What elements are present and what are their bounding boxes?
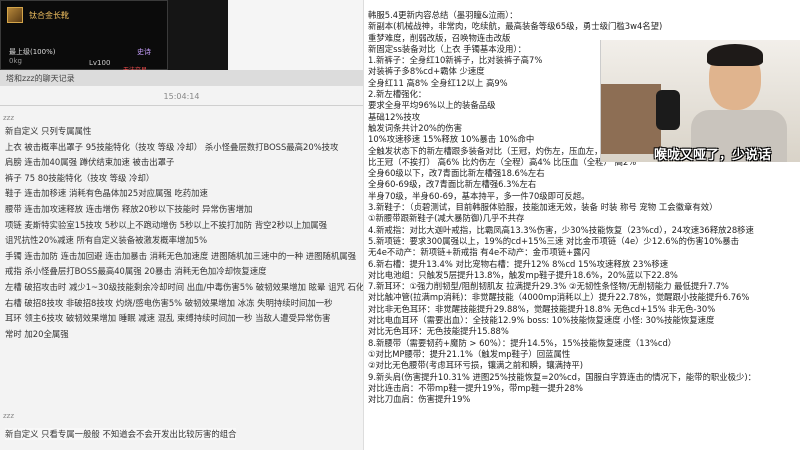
notes-line: 对比触冲管(拉满mp消耗)：非觉醒技能（4000mp消耗以上）提升22.78%，… <box>368 292 750 303</box>
chat-history-panel[interactable]: 塔和zzz的聊天记录 15:04:14 zzz 新自定义 只列专属属性 上衣 被… <box>0 70 363 450</box>
notes-line: 对比无色耳环：无色技能提升15.88% <box>368 326 509 337</box>
item-name: 钛合金长靴 <box>29 11 69 20</box>
notes-line: 对比连击肩：不带mp鞋一提升19%，带mp鞋一提升28% <box>368 382 583 393</box>
item-tooltip: 钛合金长靴 最上级(100%) 0kg Lv100 史诗 无法交易 <box>0 0 168 74</box>
notes-line: 6.新右槽：提升13.4% 对比宠物右槽：提升12% 8%cd 15%攻速释放 … <box>368 258 669 269</box>
item-level-req: Lv100 <box>89 59 111 67</box>
chat-line: 鞋子 连击加移速 消耗有色晶体加25对应属强 吃药加速 <box>5 188 208 199</box>
chat-line: 耳环 领主6技攻 破韧效果增加 睡眠 减速 混乱 束缚持续时间加一秒 当敌人遭受… <box>5 313 331 324</box>
notes-line: 无4e不动产：新项链+新戒指 有4e不动产：金币项链+露闪 <box>368 247 590 258</box>
chat-line: 常时 加20全属强 <box>5 328 69 339</box>
screen: 钛合金长靴 最上级(100%) 0kg Lv100 史诗 无法交易 塔和zzz的… <box>0 0 800 450</box>
divider <box>0 105 363 106</box>
item-grade: 最上级(100%) <box>9 48 56 56</box>
notes-line: 5.新项链：要求300属强以上，19%的cd+15%三速 对比金币项链（4e）少… <box>368 235 740 246</box>
notes-line: 7.新耳环：①强力削韧型/阻削韧肌友 拉满提升29.3% ②无韧性条怪物/无削韧… <box>368 281 729 292</box>
chat-line: 左槽 破招攻击时 减少1~30级技能剩余冷却时间 出血/中毒伤害5% 破韧效果增… <box>5 281 363 292</box>
notes-line: ②对比无色腰带(考虑耳环亏损，镶满之前和瞬，镶满持平) <box>368 360 584 371</box>
notes-line: 对比刀血肩：伤害提升19% <box>368 394 471 405</box>
game-window-fragment <box>168 0 363 70</box>
chat-line: 肩膀 连击加40属强 蹲伏结束加速 被击出罩子 <box>5 157 175 168</box>
item-rarity: 史诗 <box>137 48 151 56</box>
notes-line: 全身60-69级，改7青面比新左槽强6.3%左右 <box>368 179 537 190</box>
chat-line: 腰带 连击加攻速释放 连击增伤 释放20秒以下技能时 异常伤害增加 <box>5 203 253 214</box>
chat-line: 上衣 被击概率出罩子 95技能特化（技攻 等级 冷却） 杀小怪叠层数打BOSS最… <box>5 141 339 152</box>
chat-line: 项链 麦斯特实验室15技攻 5秒以上不跑动增伤 5秒以上不挨打加防 背空2秒以上… <box>5 219 328 230</box>
notes-line: 4.新戒指：对比大迦叶戒指，比霸凤高13.3%伤害，少30%技能恢复（23%cd… <box>368 224 754 235</box>
notes-line: 3.新鞋子：（贞碧测试，目前韩服体验服，技能加速无效，装备 时装 称号 宠物 工… <box>368 202 718 213</box>
notes-line: ①新腰带跟新鞋子(减大暴防御)几乎不共存 <box>368 213 525 224</box>
notes-line: 新副本(机械战神，非常肉，吃续航，最高装备等级65级，勇士级门槛3w4名望) <box>368 21 663 32</box>
notes-line: 韩服5.4更新内容总结（墨羽瞳&泣雨）： <box>368 10 518 20</box>
notes-line: 9.新头肩(伤害提升10.31% 进图25%技能恢复=20%cd，国服白字算连击… <box>368 371 757 382</box>
chat-message-last[interactable]: 新自定义 只看专属一般般 不知道会不会开发出比较厉害的组合 <box>5 428 237 440</box>
microphone-icon <box>656 90 680 130</box>
notes-line: 全身60级以下，改7青面比新左槽强18.6%左右 <box>368 168 545 179</box>
chat-line: 诅咒抗性20%减速 所有自定义装备被激发概率增加5% <box>5 235 208 246</box>
stream-caption: 喉咙又哑了，少说话 <box>654 148 772 163</box>
chat-line: 手镯 连击加防 连击加回避 连击加暴击 消耗无色加速度 进图随机加三速中的一种 … <box>5 250 356 261</box>
notes-line: 半身70级，半身60-69，基本持平，多一件70级即可反超。 <box>368 190 590 201</box>
notes-line: 对比非无色耳环：非觉醒技能提升29.88%，觉醒技能提升18.8% 无色cd+1… <box>368 303 716 314</box>
chat-line: 裤子 75 80技能特化（技攻 等级 冷却） <box>5 172 155 183</box>
chat-sender: zzz <box>3 114 15 122</box>
chat-header: 塔和zzz的聊天记录 <box>0 70 363 86</box>
chat-message[interactable]: 新自定义 只列专属属性 上衣 被击概率出罩子 95技能特化（技攻 等级 冷却） … <box>0 124 363 342</box>
bookshelf <box>601 84 661 154</box>
chat-sender: zzz <box>3 412 15 420</box>
notes-line: ①对比MP腰带：提升21.1%（触发mp鞋子）回蓝属性 <box>368 348 571 359</box>
notes-line: 对比电血耳环（需要出血）：全技能12.9% boss: 10%技能恢复速度 小怪… <box>368 315 715 326</box>
notes-line: 对比电池组：只触发5层提升13.8%，触发mp鞋子提升18.6%，20%蓝以下2… <box>368 269 678 280</box>
streamer-hair <box>707 44 763 66</box>
notes-line: 8.新腰带（需要韧药+魔防 > 60%）：提升14.5%，15%技能恢复速度（1… <box>368 337 677 348</box>
chat-line: 戒指 杀小怪叠层打BOSS最高40属强 20暴击 消耗无色加冷却恢复速度 <box>5 266 267 277</box>
boots-icon <box>7 7 23 23</box>
item-weight: 0kg <box>9 57 22 65</box>
chat-line: 右槽 破招8技攻 非破招8技攻 灼烧/感电伤害5% 破韧效果增加 冰冻 失明持续… <box>5 297 333 308</box>
game-window-dark-area <box>168 0 228 70</box>
chat-line: 新自定义 只列专属属性 <box>5 126 92 136</box>
chat-timestamp: 15:04:14 <box>163 92 200 101</box>
